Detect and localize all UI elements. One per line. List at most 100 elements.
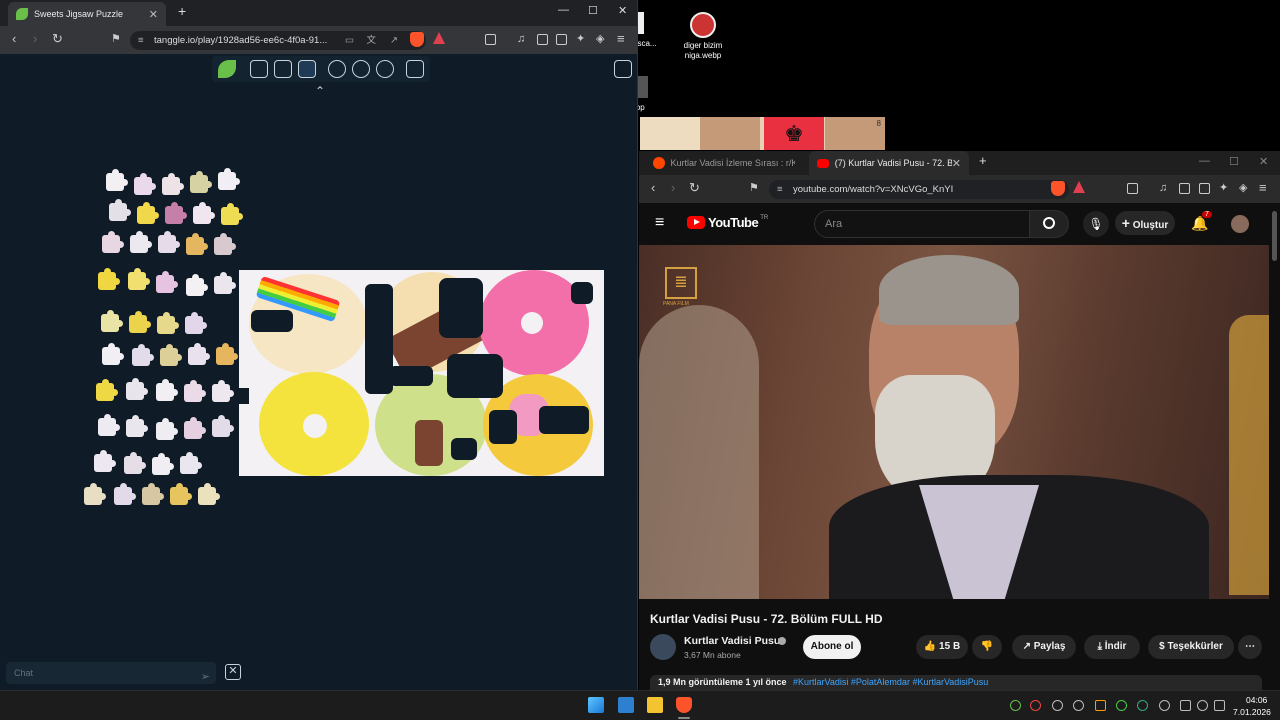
puzzle-piece[interactable] — [96, 379, 118, 401]
sidebar-icon[interactable] — [485, 34, 496, 45]
puzzle-piece[interactable] — [160, 344, 182, 366]
tray-app-icon[interactable] — [1030, 700, 1041, 711]
send-icon[interactable]: ➢ — [201, 666, 210, 688]
puzzle-piece[interactable] — [98, 268, 120, 290]
music-icon[interactable]: ♫ — [1159, 181, 1167, 195]
share-icon[interactable] — [352, 60, 370, 78]
puzzle-board[interactable] — [239, 270, 604, 476]
scrollbar[interactable] — [1272, 211, 1277, 261]
tray-app-icon[interactable] — [1095, 700, 1106, 711]
puzzle-piece[interactable] — [158, 231, 180, 253]
puzzle-piece[interactable] — [186, 274, 208, 296]
panel-icon[interactable] — [1179, 183, 1190, 194]
widgets-icon[interactable] — [618, 697, 634, 713]
puzzle-piece[interactable] — [184, 380, 206, 402]
youtube-logo[interactable]: YouTube TR — [687, 215, 768, 230]
exit-fullscreen-icon[interactable]: ✕ — [225, 664, 241, 680]
site-info-icon[interactable]: ≡ — [777, 180, 783, 199]
puzzle-piece[interactable] — [188, 343, 210, 365]
puzzle-piece[interactable] — [128, 268, 150, 290]
leo-ai-icon[interactable]: ✦ — [1219, 181, 1228, 195]
chess-thumbnail[interactable]: ♚ 8 — [640, 117, 885, 150]
puzzle-piece[interactable] — [142, 483, 164, 505]
panel-icon[interactable] — [537, 34, 548, 45]
players-icon[interactable] — [328, 60, 346, 78]
puzzle-piece-icon[interactable] — [250, 60, 268, 78]
create-button[interactable]: + Oluştur — [1115, 211, 1175, 235]
fullscreen-icon[interactable] — [406, 60, 424, 78]
brave-shields-icon[interactable] — [1051, 181, 1065, 196]
puzzle-piece[interactable] — [101, 310, 123, 332]
network-icon[interactable] — [1180, 700, 1191, 711]
bookmark-icon[interactable]: ⚑ — [111, 32, 121, 46]
wallet-icon[interactable] — [1199, 183, 1210, 194]
channel-name[interactable]: Kurtlar Vadisi Pusu — [684, 635, 780, 647]
description-box[interactable]: 1,9 Mn görüntüleme 1 yıl önce #KurtlarVa… — [650, 675, 1262, 690]
tray-app-icon[interactable] — [1010, 700, 1021, 711]
forward-icon[interactable]: › — [671, 181, 675, 195]
like-button[interactable]: 👍 15 B — [916, 635, 968, 659]
tray-app-icon[interactable] — [1073, 700, 1084, 711]
back-icon[interactable]: ‹ — [12, 32, 16, 46]
subscribe-button[interactable]: Abone ol — [803, 635, 861, 659]
hamburger-menu-icon[interactable]: ≡ — [655, 214, 664, 232]
wallet-icon[interactable] — [556, 34, 567, 45]
download-button[interactable]: ⤓ İndir — [1084, 635, 1140, 659]
menu-icon[interactable]: ≡ — [617, 32, 625, 46]
brave-rewards-icon[interactable] — [433, 32, 445, 44]
puzzle-piece[interactable] — [130, 231, 152, 253]
puzzle-piece[interactable] — [124, 452, 146, 474]
puzzle-piece[interactable] — [212, 380, 234, 402]
puzzle-piece[interactable] — [156, 271, 178, 293]
video-player[interactable]: ≣ PANA FILM — [639, 245, 1269, 599]
close-tab-icon[interactable]: ✕ — [952, 157, 961, 170]
tray-app-icon[interactable] — [1052, 700, 1063, 711]
clock-time[interactable]: 04:06 — [1246, 695, 1267, 705]
puzzle-piece[interactable] — [102, 343, 124, 365]
settings-gear-icon[interactable] — [376, 60, 394, 78]
brave-shields-icon[interactable] — [410, 32, 424, 47]
puzzle-piece[interactable] — [106, 169, 128, 191]
puzzle-piece[interactable] — [109, 199, 131, 221]
translate-icon[interactable]: 文 — [366, 31, 376, 50]
minimize-button[interactable]: — — [558, 4, 569, 16]
battery-icon[interactable] — [1214, 700, 1225, 711]
dislike-button[interactable]: 👎 — [972, 635, 1002, 659]
tab-reddit[interactable]: Kurtlar Vadisi İzleme Sırası : r/Kurtlar… — [645, 151, 803, 175]
file-explorer-icon[interactable] — [647, 697, 663, 713]
share-icon[interactable]: ↗ — [390, 31, 398, 50]
new-tab-button[interactable]: + — [979, 153, 987, 168]
vpn-icon[interactable]: ◈ — [596, 32, 604, 46]
tray-app-icon[interactable] — [1159, 700, 1170, 711]
tab-sweets-jigsaw[interactable]: Sweets Jigsaw Puzzle ✕ — [8, 2, 166, 26]
users-panel-icon[interactable] — [614, 60, 632, 78]
avatar[interactable] — [1231, 215, 1249, 233]
new-tab-button[interactable]: + — [178, 3, 186, 19]
puzzle-piece[interactable] — [156, 379, 178, 401]
more-actions-button[interactable]: ⋯ — [1238, 635, 1262, 659]
puzzle-piece[interactable] — [221, 203, 243, 225]
sidebar-icon[interactable] — [1127, 183, 1138, 194]
close-window-button[interactable]: ✕ — [618, 4, 627, 17]
voice-search-icon[interactable]: 🎙 — [1083, 211, 1109, 237]
channel-avatar[interactable] — [650, 634, 676, 660]
url-field[interactable]: ≡ youtube.com/watch?v=XNcVGo_KnYI — [769, 180, 1069, 199]
puzzle-piece[interactable] — [156, 418, 178, 440]
search-input[interactable]: Ara — [814, 210, 1030, 238]
puzzle-piece[interactable] — [129, 311, 151, 333]
background-color-icon[interactable] — [298, 60, 316, 78]
puzzle-piece[interactable] — [184, 417, 206, 439]
puzzle-piece[interactable] — [134, 173, 156, 195]
url-field[interactable]: ≡ tanggle.io/play/1928ad56-ee6c-4f0a-91.… — [130, 31, 426, 50]
collapse-toolbar-icon[interactable]: ⌃ — [315, 84, 325, 98]
puzzle-piece[interactable] — [198, 483, 220, 505]
tab-youtube[interactable]: (7) Kurtlar Vadisi Pusu - 72. B... ✕ — [809, 151, 969, 175]
search-button[interactable] — [1029, 210, 1069, 238]
puzzle-piece[interactable] — [126, 415, 148, 437]
puzzle-piece[interactable] — [190, 171, 212, 193]
puzzle-piece[interactable] — [98, 414, 120, 436]
image-preview-icon[interactable] — [274, 60, 292, 78]
back-icon[interactable]: ‹ — [651, 181, 655, 195]
puzzle-piece[interactable] — [126, 378, 148, 400]
puzzle-piece[interactable] — [157, 312, 179, 334]
